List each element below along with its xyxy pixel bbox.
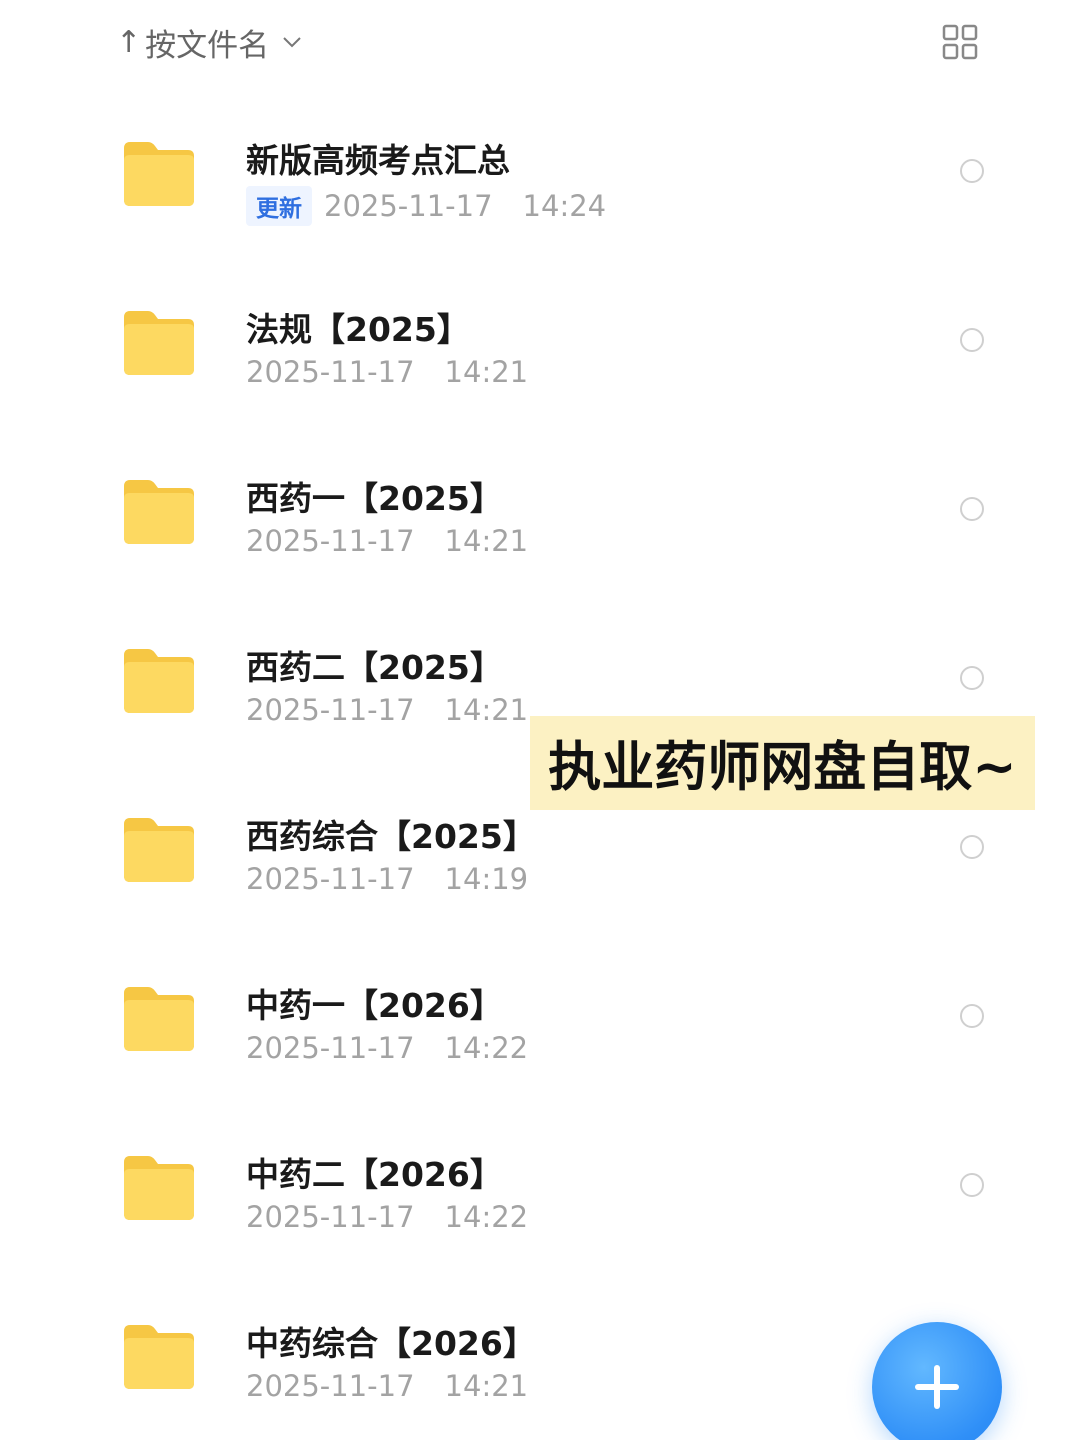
file-name: 新版高频考点汇总 <box>246 141 510 180</box>
file-row[interactable]: 西药一【2025】 2025-11-17 14:21 <box>0 426 1080 595</box>
folder-icon <box>120 138 198 208</box>
file-name: 中药二【2026】 <box>246 1155 503 1194</box>
file-date: 2025-11-17 <box>324 189 493 223</box>
file-time: 14:22 <box>444 1031 529 1065</box>
chevron-down-icon <box>283 37 301 48</box>
file-name: 中药综合【2026】 <box>246 1324 536 1363</box>
file-name: 西药二【2025】 <box>246 648 503 687</box>
file-meta: 2025-11-17 14:19 <box>246 862 528 896</box>
folder-icon <box>120 983 198 1053</box>
file-time: 14:21 <box>444 355 529 389</box>
file-meta: 2025-11-17 14:21 <box>246 524 528 558</box>
file-name: 西药一【2025】 <box>246 479 503 518</box>
folder-icon <box>120 1321 198 1391</box>
file-time: 14:21 <box>444 1369 529 1403</box>
updated-badge: 更新 <box>246 186 312 226</box>
sort-ascending-arrow-icon: ↑ <box>116 24 142 60</box>
file-name: 中药一【2026】 <box>246 986 503 1025</box>
select-checkbox[interactable] <box>960 1173 984 1197</box>
file-date: 2025-11-17 <box>246 862 415 896</box>
file-row[interactable]: 中药一【2026】 2025-11-17 14:22 <box>0 933 1080 1102</box>
plus-icon <box>915 1365 959 1409</box>
overlay-caption: 执业药师网盘自取~ <box>530 716 1035 810</box>
file-row[interactable]: 新版高频考点汇总 更新 2025-11-17 14:24 <box>0 88 1080 257</box>
folder-icon <box>120 645 198 715</box>
file-date: 2025-11-17 <box>246 355 415 389</box>
folder-icon <box>120 476 198 546</box>
file-time: 14:24 <box>522 189 607 223</box>
file-time: 14:22 <box>444 1200 529 1234</box>
select-checkbox[interactable] <box>960 159 984 183</box>
file-meta: 2025-11-17 14:21 <box>246 355 528 389</box>
file-browser-page: ↑ 按文件名 新版高频考点汇总 更新 2025-11-17 14:24 法规【2025】… <box>0 0 1080 1440</box>
file-date: 2025-11-17 <box>246 1031 415 1065</box>
select-checkbox[interactable] <box>960 328 984 352</box>
select-checkbox[interactable] <box>960 666 984 690</box>
select-checkbox[interactable] <box>960 835 984 859</box>
sort-label: 按文件名 <box>145 27 270 64</box>
grid-view-icon[interactable] <box>942 24 978 60</box>
file-meta: 2025-11-17 14:21 <box>246 693 528 727</box>
file-time: 14:21 <box>444 693 529 727</box>
file-meta: 更新 2025-11-17 14:24 <box>246 186 606 226</box>
file-date: 2025-11-17 <box>246 1200 415 1234</box>
file-meta: 2025-11-17 14:21 <box>246 1369 528 1403</box>
file-row[interactable]: 法规【2025】 2025-11-17 14:21 <box>0 257 1080 426</box>
file-name: 西药综合【2025】 <box>246 817 536 856</box>
file-date: 2025-11-17 <box>246 524 415 558</box>
file-date: 2025-11-17 <box>246 693 415 727</box>
sort-by-name-button[interactable]: ↑ 按文件名 <box>116 20 303 64</box>
select-checkbox[interactable] <box>960 1004 984 1028</box>
file-meta: 2025-11-17 14:22 <box>246 1031 528 1065</box>
file-name: 法规【2025】 <box>246 310 470 349</box>
file-date: 2025-11-17 <box>246 1369 415 1403</box>
folder-icon <box>120 814 198 884</box>
add-button[interactable] <box>872 1322 1002 1440</box>
file-time: 14:19 <box>444 862 529 896</box>
file-meta: 2025-11-17 14:22 <box>246 1200 528 1234</box>
folder-icon <box>120 1152 198 1222</box>
file-row[interactable]: 中药二【2026】 2025-11-17 14:22 <box>0 1102 1080 1271</box>
folder-icon <box>120 307 198 377</box>
select-checkbox[interactable] <box>960 497 984 521</box>
file-time: 14:21 <box>444 524 529 558</box>
